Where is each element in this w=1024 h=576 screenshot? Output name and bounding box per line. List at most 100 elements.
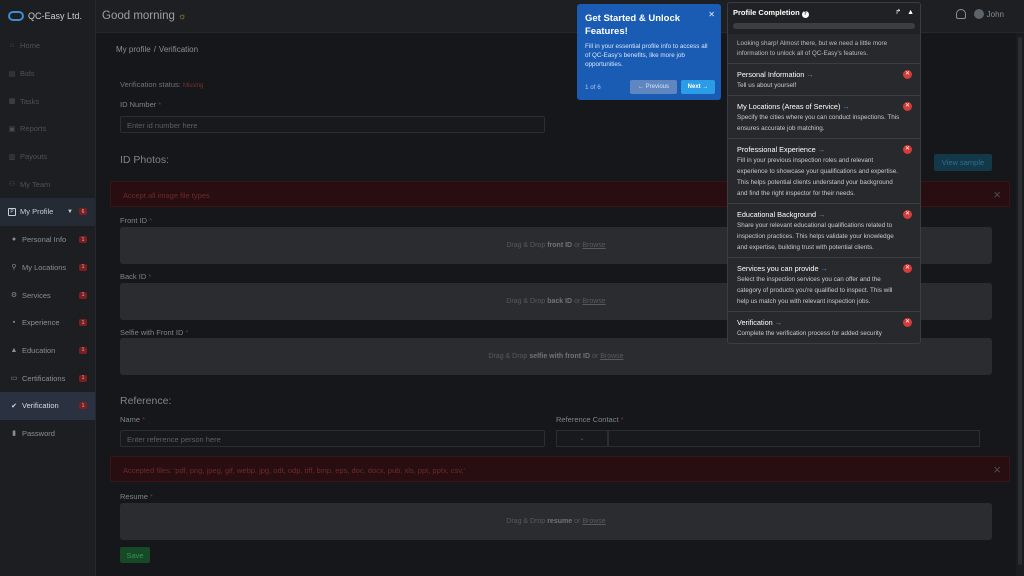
brand[interactable]: QC-Easy Ltd.: [0, 0, 95, 32]
sidebar-item-label: Password: [22, 428, 55, 438]
completion-item-educational-background[interactable]: Educational Background → Share your relev…: [728, 204, 920, 258]
chevron-down-icon: ⌄: [579, 436, 585, 442]
close-icon[interactable]: ×: [993, 462, 1001, 477]
browse-link[interactable]: Browse: [582, 518, 605, 525]
sidebar-item-label: Verification: [22, 401, 59, 411]
reference-contact-input[interactable]: [608, 430, 980, 447]
close-icon[interactable]: ×: [993, 187, 1001, 202]
view-sample-button[interactable]: View sample: [934, 154, 992, 171]
browse-link[interactable]: Browse: [600, 353, 623, 360]
greeting: Good morning ☼: [102, 10, 186, 22]
sidebar-item-my-locations[interactable]: ⚲ My Locations 1: [0, 254, 95, 282]
sidebar-item-label: Services: [22, 290, 51, 300]
sidebar-item-label: Reports: [20, 124, 47, 134]
item-title: My Locations (Areas of Service) →: [737, 101, 900, 112]
location-icon: ⚲: [11, 264, 17, 272]
item-title-text: Services you can provide: [737, 264, 819, 273]
alert-text: Accepted files: 'pdf, png, jpeg, gif, we…: [123, 466, 465, 475]
sidebar-item-home[interactable]: ⌂ Home: [0, 32, 95, 60]
sidebar-item-password[interactable]: ▮ Password: [0, 420, 95, 448]
sidebar-item-experience[interactable]: ▪ Experience 1: [0, 309, 95, 337]
drop-target: back ID: [547, 298, 573, 305]
item-title: Services you can provide →: [737, 263, 900, 274]
onboarding-tour-popup: ✕ Get Started & Unlock Features! Fill in…: [577, 4, 721, 100]
open-external-icon[interactable]: ↱: [895, 9, 901, 16]
close-icon[interactable]: ✕: [708, 10, 715, 19]
browse-link[interactable]: Browse: [582, 242, 605, 249]
sidebar-item-my-team[interactable]: ⚇ My Team: [0, 170, 95, 198]
payouts-icon: ▥: [8, 153, 16, 161]
avatar: [973, 9, 984, 19]
panel-intro: Looking sharp! Almost there, but we need…: [728, 34, 920, 64]
id-number-input[interactable]: Enter id number here: [120, 116, 545, 133]
next-button[interactable]: Next →: [681, 80, 715, 94]
sidebar-item-label: Tasks: [20, 96, 40, 106]
item-title: Professional Experience →: [737, 144, 900, 155]
breadcrumb-root[interactable]: My profile: [116, 45, 151, 54]
sidebar-item-label: Personal Info: [22, 235, 67, 245]
reports-icon: ▣: [8, 125, 16, 133]
sidebar-item-my-profile[interactable]: P My Profile ▼ 6: [0, 198, 95, 226]
completion-item-personal-information[interactable]: Personal Information → Tell us about your…: [728, 64, 920, 96]
sidebar-item-certifications[interactable]: ▭ Certifications 1: [0, 364, 95, 392]
completion-item-professional-experience[interactable]: Professional Experience → Fill in your pr…: [728, 139, 920, 204]
status-badge: Missing: [182, 83, 204, 89]
arrow-right-icon: →: [820, 264, 828, 273]
scrollbar[interactable]: [1016, 33, 1024, 576]
team-icon: ⚇: [8, 181, 16, 189]
scrollbar-thumb[interactable]: [1018, 37, 1022, 565]
profile-icon: P: [8, 207, 16, 216]
panel-header: Profile Completion? ↱ ▲: [728, 3, 920, 34]
status-label: Verification status:: [120, 80, 181, 89]
id-photos-title: ID Photos:: [120, 154, 170, 166]
incomplete-x-icon: ✕: [903, 145, 912, 154]
completion-item-services[interactable]: Services you can provide → Select the ins…: [728, 258, 920, 312]
incomplete-x-icon: ✕: [903, 264, 912, 273]
sidebar-item-label: Education: [22, 345, 56, 355]
country-code-select[interactable]: ⌄: [556, 430, 608, 447]
sidebar-item-reports[interactable]: ▣ Reports: [0, 115, 95, 143]
previous-button[interactable]: ← Previous: [630, 80, 677, 94]
drop-target: selfie with front ID: [529, 353, 590, 360]
certificate-icon: ▭: [10, 375, 18, 383]
bell-icon[interactable]: [955, 9, 966, 19]
completion-item-my-locations[interactable]: My Locations (Areas of Service) → Specify…: [728, 96, 920, 139]
user-menu[interactable]: John: [973, 9, 1004, 19]
required-mark: *: [185, 328, 189, 337]
back-id-label: Back ID *: [120, 272, 151, 281]
sidebar: QC-Easy Ltd. ⌂ Home ▤ Bids ▦ Tasks ▣ Reports…: [0, 0, 96, 576]
sidebar-item-label: My Profile: [20, 207, 54, 217]
incomplete-x-icon: ✕: [903, 318, 912, 327]
help-icon[interactable]: ?: [801, 11, 809, 18]
sidebar-item-label: Experience: [22, 318, 60, 328]
browse-link[interactable]: Browse: [582, 298, 605, 305]
resume-dropzone[interactable]: Drag & Drop resume or Browse: [120, 503, 992, 540]
resume-label: Resume *: [120, 492, 153, 501]
sidebar-item-tasks[interactable]: ▦ Tasks: [0, 87, 95, 115]
required-mark: *: [150, 492, 153, 501]
verification-status: Verification status: Missing: [120, 80, 203, 89]
sidebar-item-education[interactable]: ▲ Education 1: [0, 337, 95, 365]
save-button[interactable]: Save: [120, 547, 150, 563]
collapse-icon[interactable]: ▲: [907, 9, 914, 16]
reference-name-input[interactable]: Enter reference person here: [120, 430, 545, 447]
sidebar-item-services[interactable]: ⚙ Services 1: [0, 281, 95, 309]
sidebar-item-label: Bids: [20, 69, 35, 79]
panel-title: Profile Completion?: [733, 8, 809, 18]
user-name: John: [986, 9, 1004, 19]
drop-or: or: [574, 298, 581, 305]
drop-text: Drag & Drop: [506, 518, 546, 525]
id-number-label: ID Number *: [120, 100, 161, 109]
sidebar-item-verification[interactable]: ✔ Verification 1: [0, 391, 95, 420]
arrow-right-icon: →: [818, 210, 826, 219]
completion-item-verification[interactable]: Verification → Complete the verification …: [728, 312, 920, 343]
sidebar-item-personal-info[interactable]: ● Personal Info 1: [0, 226, 95, 254]
notification-badge: 1: [79, 374, 87, 382]
sidebar-item-label: Home: [20, 41, 41, 51]
sidebar-item-payouts[interactable]: ▥ Payouts: [0, 143, 95, 171]
accepted-files-alert: Accepted files: 'pdf, png, jpeg, gif, we…: [110, 456, 1010, 482]
sidebar-item-bids[interactable]: ▤ Bids: [0, 60, 95, 88]
profile-completion-panel: Profile Completion? ↱ ▲ Looking sharp! Al…: [727, 2, 921, 344]
item-title-text: Verification: [737, 318, 773, 327]
breadcrumb-separator: /: [153, 45, 156, 54]
